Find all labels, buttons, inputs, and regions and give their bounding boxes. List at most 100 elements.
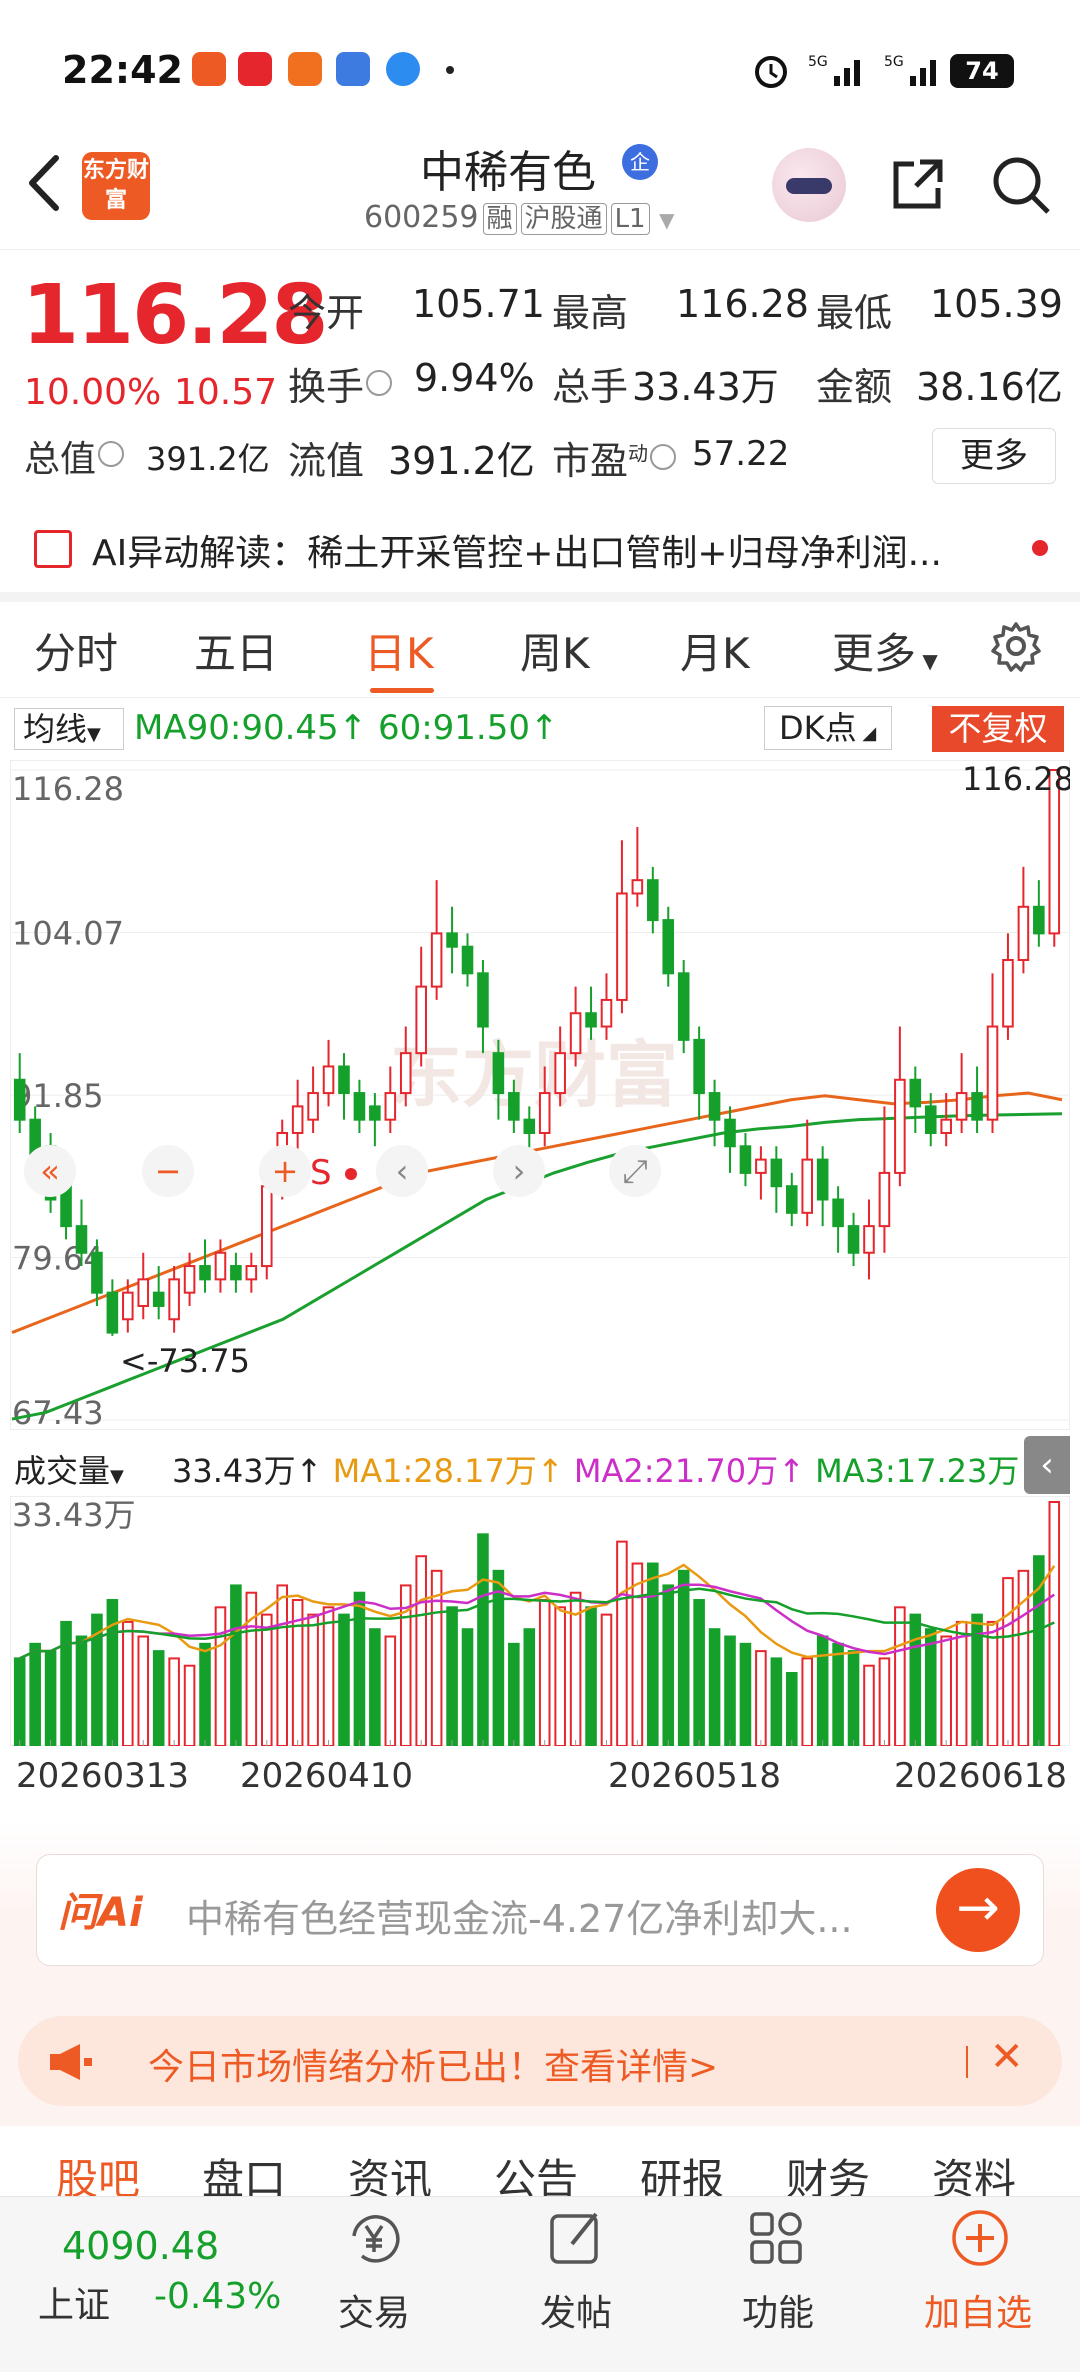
- volume-bar: [384, 1635, 397, 1746]
- adjust-toggle[interactable]: 不复权: [932, 706, 1064, 752]
- plus-circle-icon[interactable]: [948, 2206, 1012, 2270]
- info-icon[interactable]: [650, 444, 677, 470]
- candle-body: [585, 1012, 597, 1028]
- share-icon[interactable]: [888, 156, 946, 214]
- close-icon[interactable]: ✕: [990, 2034, 1024, 2080]
- info-icon[interactable]: [366, 370, 393, 396]
- candle-body: [399, 1052, 412, 1095]
- candle-body: [477, 972, 489, 1028]
- candle: [322, 1039, 335, 1107]
- dk-selector[interactable]: DK点 ◢: [764, 706, 892, 750]
- volume-bar: [461, 1628, 474, 1746]
- candle: [755, 1146, 767, 1200]
- index-change[interactable]: -0.43%: [154, 2276, 281, 2317]
- news-icon: [238, 52, 272, 86]
- volume-bar: [647, 1562, 659, 1746]
- info-icon[interactable]: [98, 441, 125, 467]
- tab-daily-k[interactable]: 日K: [364, 620, 434, 681]
- candle-body: [384, 1092, 397, 1121]
- chevron-left-icon[interactable]: [20, 148, 70, 218]
- candle: [971, 1066, 983, 1133]
- zoom-out-icon[interactable]: −: [142, 1145, 194, 1197]
- collapse-panel-button[interactable]: ‹: [1024, 1436, 1070, 1494]
- nav-trade[interactable]: 交易: [338, 2284, 410, 2336]
- candle-body: [739, 1145, 752, 1174]
- candle-body: [1017, 905, 1030, 962]
- next-icon[interactable]: ›: [493, 1145, 545, 1197]
- search-icon[interactable]: [990, 154, 1052, 216]
- volume-bar: [585, 1606, 597, 1746]
- app-logo[interactable]: 东方财富: [82, 152, 150, 220]
- grid-icon[interactable]: [744, 2206, 808, 2270]
- status-bar: 22:42 5G 5G 74: [0, 0, 1080, 130]
- caret-down-icon: ▼: [659, 208, 675, 232]
- candle-body: [446, 932, 458, 948]
- candle: [693, 1026, 705, 1120]
- yen-icon[interactable]: [342, 2206, 406, 2270]
- volume-bar: [307, 1613, 319, 1746]
- ma-selector[interactable]: 均线▼: [14, 708, 124, 750]
- stock-code-row[interactable]: 600259 融沪股通 L1 ▼: [364, 200, 675, 235]
- tab-more[interactable]: 更多 ▼: [832, 620, 938, 681]
- candle: [13, 1053, 26, 1133]
- volume-bar: [924, 1628, 937, 1746]
- volume-selector[interactable]: 成交量▼: [14, 1446, 124, 1492]
- candle-body: [152, 1291, 165, 1307]
- nav-function[interactable]: 功能: [742, 2284, 814, 2336]
- volume-bar: [600, 1613, 613, 1746]
- next-icon-glyph: ›: [513, 1152, 526, 1190]
- amount-value: 38.16亿: [916, 365, 1063, 409]
- candlestick-chart[interactable]: 116.28 104.07 91.85 79.64 67.43 东方财富 116.28-> <…: [10, 760, 1070, 1430]
- candle-body: [137, 1278, 150, 1307]
- edit-icon[interactable]: [544, 2206, 608, 2270]
- candle-body: [878, 1171, 891, 1228]
- candle-body: [677, 972, 690, 1041]
- index-name[interactable]: 上证: [38, 2276, 110, 2328]
- volume-value: 33.43万: [172, 1452, 296, 1490]
- y-tick-label: 91.85: [12, 1077, 104, 1115]
- active-tab-indicator: [370, 688, 434, 693]
- nav-post[interactable]: 发帖: [540, 2284, 612, 2336]
- signal-s-label: S: [310, 1153, 332, 1193]
- volume-chart[interactable]: 33.43万: [10, 1496, 1070, 1746]
- gear-icon[interactable]: [990, 620, 1042, 672]
- app-icon: [386, 52, 420, 86]
- ai-doc-icon: [34, 530, 72, 568]
- zoom-in-icon[interactable]: +: [259, 1145, 311, 1197]
- pe-sup: 动: [628, 441, 649, 466]
- candle-body: [554, 1052, 566, 1095]
- sentiment-text[interactable]: 今日市场情绪分析已出！查看详情>: [148, 2038, 718, 2090]
- nav-add-watchlist[interactable]: 加自选: [924, 2284, 1032, 2336]
- candle-body: [940, 1118, 952, 1134]
- ai-interpretation-strip[interactable]: AI异动解读：稀土开采管控+出口管制+归母净利润...: [0, 500, 1080, 596]
- volume-bar: [322, 1606, 335, 1746]
- index-value[interactable]: 4090.48: [62, 2224, 219, 2268]
- prev-icon[interactable]: ‹: [376, 1145, 428, 1197]
- pe-value: 57.22: [692, 434, 790, 474]
- more-button[interactable]: 更多: [932, 428, 1056, 484]
- amount-label: 金额: [816, 365, 893, 409]
- candle-body: [338, 1065, 350, 1095]
- volume-bar: [955, 1620, 968, 1746]
- arrow-right-button[interactable]: →: [936, 1868, 1020, 1952]
- tab-weekly-k[interactable]: 周K: [520, 620, 590, 681]
- volume-bar: [724, 1635, 736, 1746]
- tab-intraday[interactable]: 分时: [34, 620, 118, 681]
- fullscreen-icon[interactable]: ⤢: [609, 1145, 661, 1197]
- volume-bar: [538, 1599, 551, 1746]
- volume-bar: [631, 1562, 644, 1746]
- date-tick: 20260518: [608, 1756, 782, 1796]
- candle: [307, 1066, 319, 1133]
- candle: [647, 866, 659, 934]
- tab-five-day[interactable]: 五日: [194, 620, 278, 681]
- candle-body: [832, 1198, 844, 1228]
- ask-ai-text[interactable]: 中稀有色经营现金流-4.27亿净利却大...: [186, 1888, 853, 1943]
- volume-bar: [863, 1664, 875, 1746]
- signal-icon: 5G: [884, 54, 936, 86]
- stock-header: 东方财富 中稀有色 企 600259 融沪股通 L1 ▼: [0, 130, 1080, 250]
- volume-bar: [29, 1642, 41, 1746]
- ai-assistant-icon[interactable]: [772, 148, 846, 222]
- rewind-icon[interactable]: «: [24, 1145, 76, 1197]
- tab-monthly-k[interactable]: 月K: [680, 620, 750, 681]
- candle-body: [662, 919, 675, 975]
